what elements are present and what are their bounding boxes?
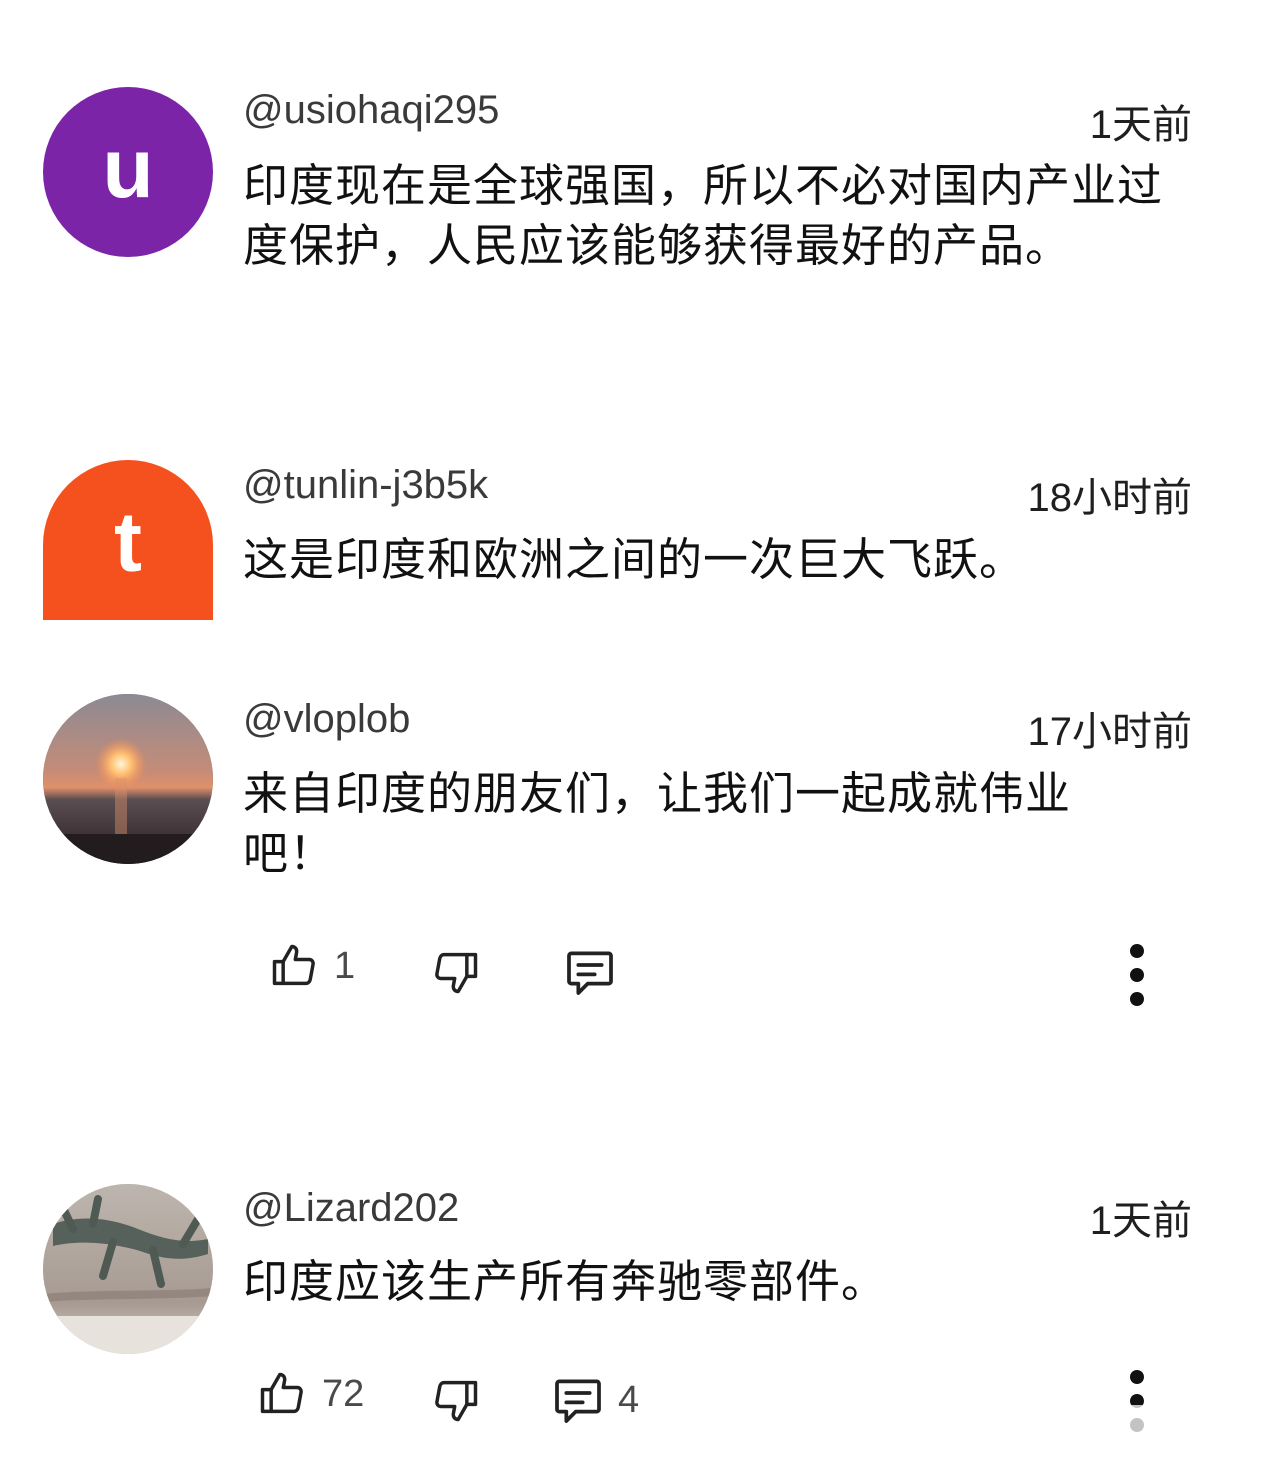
like-count: 1 (334, 944, 356, 987)
more-button[interactable] (1130, 944, 1144, 1016)
thumbs-up-icon (260, 1372, 303, 1414)
thumbs-down-icon (435, 1380, 478, 1422)
avatar[interactable]: u (43, 87, 213, 257)
avatar[interactable] (43, 694, 213, 864)
comment-author[interactable]: @usiohaqi295 (243, 88, 499, 133)
comment-time: 1天前 (1089, 1199, 1192, 1243)
avatar[interactable]: t (43, 460, 213, 620)
dislike-button[interactable] (430, 1372, 482, 1428)
reply-count: 4 (618, 1378, 640, 1421)
reply-button[interactable] (562, 944, 618, 1000)
comment-time: 17小时前 (1027, 710, 1193, 754)
comment-actions: 72 4 (0, 1360, 1280, 1440)
comment-text: 印度现在是全球强国，所以不必对国内产业过度保护，人民应该能够获得最好的产品。 (243, 159, 1164, 272)
comment-icon (567, 951, 613, 995)
reply-button[interactable]: 4 (550, 1372, 639, 1428)
comment-time: 18小时前 (1027, 476, 1193, 520)
comment-text: 来自印度的朋友们，让我们一起成就伟业吧！ (243, 767, 1072, 880)
like-button[interactable]: 1 (268, 938, 355, 994)
comment-author[interactable]: @vloplob (243, 697, 410, 742)
comment-author[interactable]: @Lizard202 (243, 1186, 459, 1231)
thumbs-down-icon (435, 952, 478, 994)
lizard-photo (43, 1184, 213, 1354)
comment-text: 印度应该生产所有奔驰零部件。 (243, 1255, 888, 1308)
avatar[interactable] (43, 1184, 213, 1354)
thumbs-up-icon (272, 944, 315, 986)
like-button[interactable]: 72 (256, 1366, 364, 1422)
watermark-overlay (1128, 1405, 1258, 1445)
sunset-photo (43, 694, 213, 864)
like-count: 72 (322, 1372, 365, 1415)
avatar-letter: t (114, 494, 142, 589)
comment-author[interactable]: @tunlin-j3b5k (243, 463, 488, 508)
more-vert-icon (1130, 944, 1144, 1006)
dislike-button[interactable] (430, 944, 482, 1000)
comment-icon (555, 1379, 601, 1423)
avatar-letter: u (102, 120, 154, 215)
comment-text: 这是印度和欧洲之间的一次巨大飞跃。 (243, 533, 1026, 586)
comment-time: 1天前 (1089, 103, 1192, 147)
comment-actions: 1 (0, 932, 1280, 1012)
